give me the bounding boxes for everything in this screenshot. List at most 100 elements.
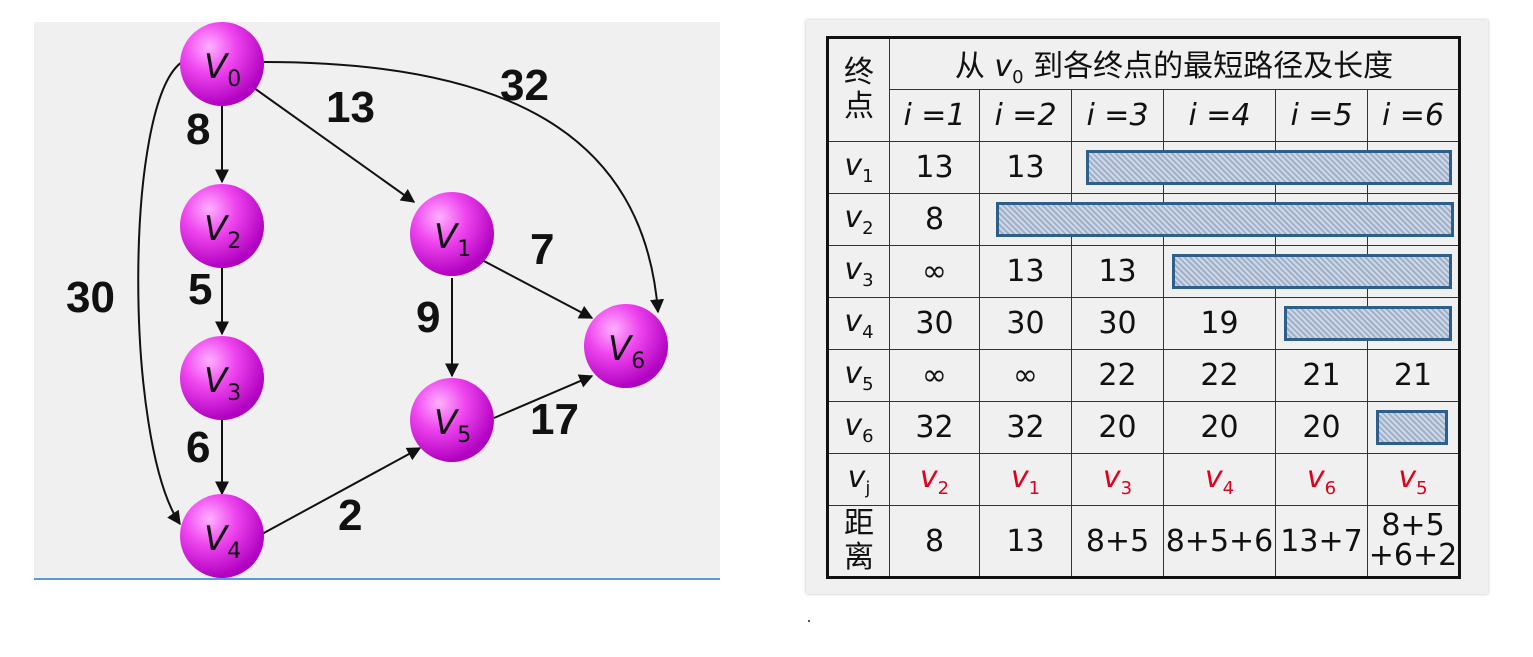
table-panel: 终 点 从 v0 到各终点的最短路径及长度 i =1 i =2 i =3 i =…	[806, 20, 1488, 594]
edge-label-v4-v5: 2	[338, 491, 362, 540]
row-label-v5: v5	[827, 349, 890, 402]
table-row: v1 13 13	[827, 141, 1460, 194]
settled-bar	[996, 202, 1454, 237]
table-cell	[1071, 141, 1452, 194]
selected-vertex-4: v4	[1163, 453, 1276, 506]
table-cell: 13	[1071, 245, 1164, 298]
graph-diagram: 8 13 32 30 5 6 7 9 17 2 V0 V2 V3 V4 V1 V…	[66, 22, 668, 578]
settled-bar	[1086, 150, 1452, 185]
row-label-vj: vj	[827, 453, 890, 506]
table-cell: 8	[889, 193, 980, 246]
node-v2: V2	[180, 184, 264, 268]
table-cell: 30	[889, 297, 980, 350]
table-cell: 13	[979, 245, 1072, 298]
distance-cell-last: 8+5 +6+2	[1367, 505, 1460, 578]
iteration-header-2: i =2	[979, 89, 1072, 142]
node-v6: V6	[584, 304, 668, 388]
table-cell: 20	[1275, 401, 1368, 454]
title-v: v	[994, 48, 1013, 84]
table-cell	[1367, 401, 1460, 454]
edge-label-v0-v2: 8	[186, 105, 210, 154]
distance-cell: 13	[979, 505, 1072, 578]
table-cell: 19	[1163, 297, 1276, 350]
settled-bar	[1376, 410, 1448, 445]
iteration-header-1: i =1	[889, 89, 980, 142]
table-row: v6 32 32 20 20 20	[827, 401, 1460, 454]
edge-v0-v4	[137, 61, 183, 526]
table-cell: 30	[979, 297, 1072, 350]
node-v4: V4	[180, 494, 264, 578]
table-row: v3 ∞ 13 13	[827, 245, 1460, 298]
title-suffix: 到各终点的最短路径及长度	[1023, 48, 1394, 84]
table-title: 从 v0 到各终点的最短路径及长度	[889, 37, 1460, 90]
row-label-v1: v1	[827, 141, 890, 194]
graph-panel: 8 13 32 30 5 6 7 9 17 2 V0 V2 V3 V4 V1 V…	[34, 22, 720, 580]
table-cell: ∞	[889, 245, 980, 298]
table-cell: 30	[1071, 297, 1164, 350]
table-cell: 13	[889, 141, 980, 194]
selected-vertex-3: v3	[1071, 453, 1164, 506]
selected-vertex-6: v5	[1367, 453, 1460, 506]
selected-vertex-2: v1	[979, 453, 1072, 506]
title-prefix: 从	[954, 48, 995, 84]
distance-cell: 8+5	[1071, 505, 1164, 578]
distance-line-a: 8+5	[1381, 508, 1445, 543]
node-v1: V1	[410, 192, 494, 276]
selected-vertex-1: v2	[889, 453, 980, 506]
table-cell: 13	[979, 141, 1072, 194]
node-v0: V0	[180, 22, 264, 106]
table-cell: 22	[1071, 349, 1164, 402]
table-cell: 20	[1163, 401, 1276, 454]
row-label-v2: v2	[827, 193, 890, 246]
node-v3: V3	[180, 336, 264, 420]
corner-header: 终 点	[827, 37, 890, 142]
row-label-v4: v4	[827, 297, 890, 350]
table-cell	[1275, 297, 1452, 350]
table-row: v4 30 30 30 19	[827, 297, 1460, 350]
table-cell: 32	[889, 401, 980, 454]
corner-line1: 终	[844, 55, 874, 90]
iteration-header-4: i =4	[1163, 89, 1276, 142]
table-cell	[1163, 245, 1452, 298]
table-cell: 21	[1367, 349, 1460, 402]
distance-cell: 8	[889, 505, 980, 578]
table-row: vj v2 v1 v3 v4 v6 v5	[827, 453, 1460, 506]
row-label-v3: v3	[827, 245, 890, 298]
edge-label-v1-v5: 9	[416, 293, 440, 342]
table-cell: ∞	[979, 349, 1072, 402]
table-cell: 32	[979, 401, 1072, 454]
table-cell	[979, 193, 1454, 246]
edge-label-v0-v4: 30	[66, 273, 115, 322]
table-cell: 21	[1275, 349, 1368, 402]
dijkstra-table: 终 点 从 v0 到各终点的最短路径及长度 i =1 i =2 i =3 i =…	[826, 36, 1461, 579]
distance-line2: 离	[844, 540, 874, 575]
iteration-header-3: i =3	[1071, 89, 1164, 142]
table-cell: ∞	[889, 349, 980, 402]
distance-cell: 8+5+6	[1163, 505, 1276, 578]
title-sub: 0	[1012, 66, 1024, 88]
distance-line1: 距	[844, 506, 874, 541]
table-cell: 20	[1071, 401, 1164, 454]
edge-label-v0-v6: 32	[500, 61, 549, 110]
edge-label-v5-v6: 17	[530, 395, 579, 444]
edge-label-v3-v4: 6	[186, 423, 210, 472]
table-row: 距 离 8 13 8+5 8+5+6 13+7 8+5 +6+2	[827, 505, 1460, 578]
iteration-header-5: i =5	[1275, 89, 1368, 142]
settled-bar	[1284, 306, 1452, 341]
selected-vertex-5: v6	[1275, 453, 1368, 506]
iteration-header-6: i =6	[1367, 89, 1460, 142]
edge-label-v0-v1: 13	[326, 83, 375, 132]
stray-dot	[808, 620, 810, 622]
edge-label-v2-v3: 5	[188, 265, 212, 314]
table-row: v5 ∞ ∞ 22 22 21 21	[827, 349, 1460, 402]
table-row: v2 8	[827, 193, 1460, 246]
corner-line2: 点	[844, 89, 874, 124]
edge-label-v1-v6: 7	[530, 225, 554, 274]
distance-line-b: +6+2	[1368, 538, 1458, 573]
settled-bar	[1172, 254, 1452, 289]
table-cell: 22	[1163, 349, 1276, 402]
row-label-distance: 距 离	[827, 505, 890, 578]
node-v5: V5	[410, 378, 494, 462]
row-label-v6: v6	[827, 401, 890, 454]
distance-cell: 13+7	[1275, 505, 1368, 578]
